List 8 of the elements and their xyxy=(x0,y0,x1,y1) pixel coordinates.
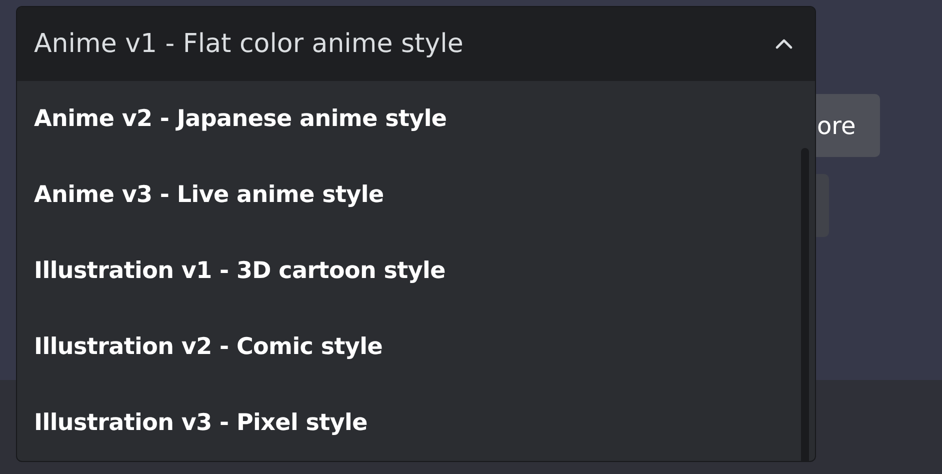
dropdown-option[interactable]: Anime v2 - Japanese anime style xyxy=(17,81,815,157)
dropdown-option[interactable]: Illustration v2 - Comic style xyxy=(17,309,815,385)
dropdown-select[interactable]: Anime v1 - Flat color anime style xyxy=(17,7,815,81)
more-button[interactable]: ore xyxy=(815,94,880,157)
dropdown-option[interactable]: Illustration v1 - 3D cartoon style xyxy=(17,233,815,309)
dropdown-option[interactable]: Anime v3 - Live anime style xyxy=(17,157,815,233)
button-background xyxy=(815,174,829,237)
dropdown-option[interactable]: Illustration v3 - Pixel style xyxy=(17,385,815,461)
